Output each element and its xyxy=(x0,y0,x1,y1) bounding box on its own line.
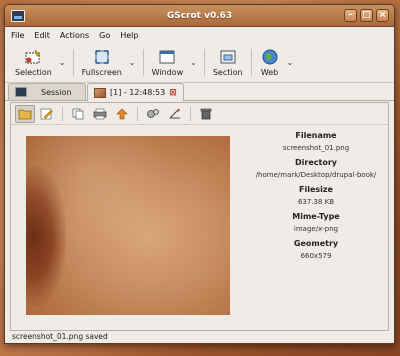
folder-icon xyxy=(18,109,32,119)
preview-image xyxy=(26,136,230,315)
web-button[interactable]: Web xyxy=(256,43,284,82)
copy-button[interactable] xyxy=(68,105,88,123)
copy-icon xyxy=(72,108,84,119)
menu-edit[interactable]: Edit xyxy=(34,31,50,40)
directory-label: Directory xyxy=(295,158,337,167)
tab-session-label: Session xyxy=(41,87,72,97)
upload-button[interactable] xyxy=(112,105,132,123)
plugin-button[interactable] xyxy=(143,105,163,123)
draw-tool-icon xyxy=(169,108,180,118)
fullscreen-label: Fullscreen xyxy=(81,68,122,77)
window-title: GScrot v0.63 xyxy=(166,10,233,21)
close-button[interactable]: × xyxy=(376,9,389,22)
image-icon xyxy=(94,87,106,98)
menu-file[interactable]: File xyxy=(11,31,24,40)
fullscreen-icon xyxy=(95,50,109,64)
gears-icon xyxy=(147,108,159,118)
printer-icon xyxy=(93,108,107,119)
web-label: Web xyxy=(260,68,279,77)
menu-help[interactable]: Help xyxy=(120,31,138,40)
trash-icon xyxy=(200,108,212,119)
selection-button[interactable]: Selection xyxy=(11,43,56,82)
geometry-label: Geometry xyxy=(293,239,339,248)
close-tab-icon[interactable]: ⊠ xyxy=(169,88,177,98)
toolbar-separator xyxy=(62,106,63,121)
tab-screenshot[interactable]: [1] - 12:48:53 ⊠ xyxy=(87,83,184,101)
filesize-label: Filesize xyxy=(299,185,333,194)
open-folder-button[interactable] xyxy=(15,104,35,123)
toolbar-separator xyxy=(190,106,191,121)
gscrot-window: GScrot v0.63 – □ × File Edit Actions Go … xyxy=(4,4,395,344)
maximize-button[interactable]: □ xyxy=(360,9,373,22)
filename-value: screenshot_01.png xyxy=(282,144,350,152)
title-bar[interactable]: GScrot v0.63 – □ × xyxy=(5,5,394,27)
tab-bar: Session [1] - 12:48:53 ⊠ xyxy=(5,83,394,101)
screenshot-panel: Filename screenshot_01.png Directory /ho… xyxy=(10,102,389,331)
window-icon xyxy=(159,50,175,64)
app-icon[interactable] xyxy=(11,9,25,22)
fullscreen-button[interactable]: Fullscreen xyxy=(78,43,126,82)
window-controls: – □ × xyxy=(344,9,389,22)
toolbar-separator xyxy=(203,49,205,76)
draw-button[interactable] xyxy=(165,105,185,123)
up-arrow-icon xyxy=(116,108,128,119)
window-dropdown-icon[interactable]: ⌄ xyxy=(187,43,200,82)
filename-label: Filename xyxy=(295,131,337,140)
menu-bar: File Edit Actions Go Help xyxy=(5,27,394,43)
window-button[interactable]: Window xyxy=(148,43,188,82)
directory-value: /home/mark/Desktop/drupal-book/ xyxy=(255,171,377,179)
file-info: Filename screenshot_01.png Directory /ho… xyxy=(241,125,391,260)
tab-session[interactable]: Session xyxy=(8,83,86,100)
section-label: Section xyxy=(212,68,243,77)
session-icon xyxy=(15,87,27,97)
delete-button[interactable] xyxy=(196,105,216,123)
section-button[interactable]: Section xyxy=(209,43,247,82)
toolbar-separator xyxy=(250,49,252,76)
status-bar: screenshot_01.png saved xyxy=(12,332,108,341)
edit-button[interactable] xyxy=(37,105,57,123)
mimetype-value: image/x-png xyxy=(293,225,339,233)
selection-icon xyxy=(25,49,41,64)
edit-icon xyxy=(40,108,53,119)
mimetype-label: Mime-Type xyxy=(292,212,340,221)
fullscreen-dropdown-icon[interactable]: ⌄ xyxy=(126,43,139,82)
filesize-value: 637.38 KB xyxy=(297,198,335,206)
window-label: Window xyxy=(151,68,184,77)
minimize-button[interactable]: – xyxy=(344,9,357,22)
selection-label: Selection xyxy=(15,68,52,77)
toolbar-separator xyxy=(142,49,144,76)
print-button[interactable] xyxy=(90,105,110,123)
selection-dropdown-icon[interactable]: ⌄ xyxy=(56,43,69,82)
geometry-value: 660x579 xyxy=(300,252,332,260)
tab-screenshot-label: [1] - 12:48:53 xyxy=(110,88,166,97)
menu-actions[interactable]: Actions xyxy=(60,31,89,40)
globe-icon xyxy=(262,49,278,65)
screenshot-preview[interactable] xyxy=(26,136,230,315)
menu-go[interactable]: Go xyxy=(99,31,110,40)
toolbar-separator xyxy=(137,106,138,121)
section-icon xyxy=(220,50,236,64)
web-dropdown-icon[interactable]: ⌄ xyxy=(284,43,297,82)
main-toolbar: Selection ⌄ Fullscreen ⌄ Window ⌄ Sectio… xyxy=(5,43,394,83)
screenshot-toolbar xyxy=(11,103,388,125)
toolbar-separator xyxy=(72,49,74,76)
